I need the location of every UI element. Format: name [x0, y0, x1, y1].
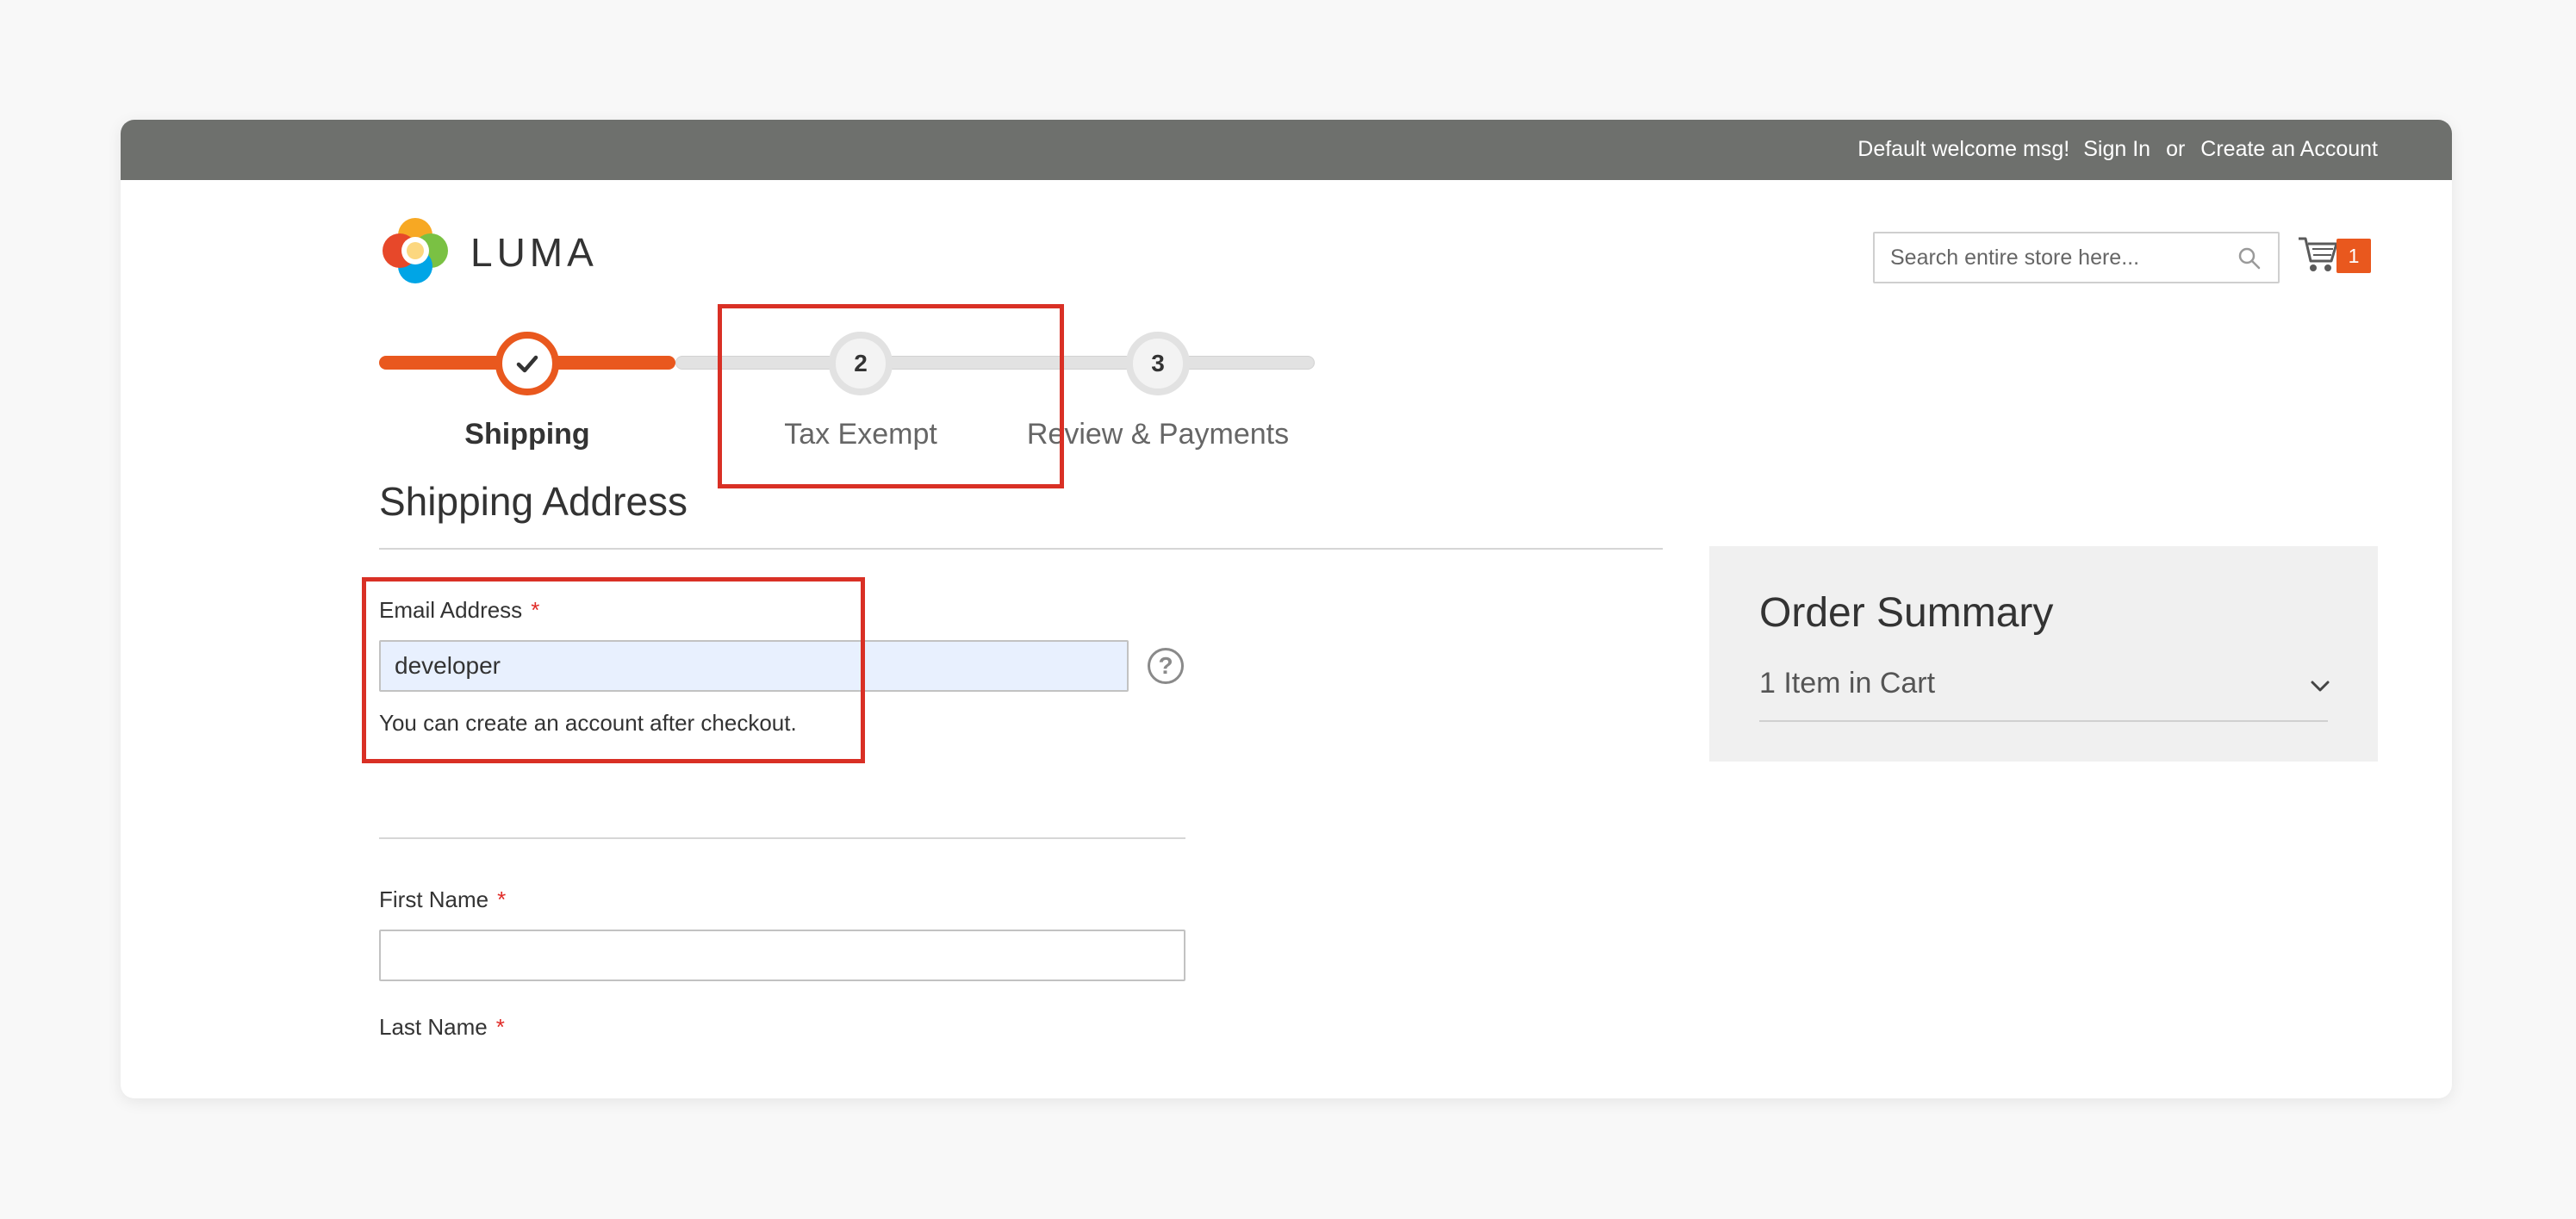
order-summary-title: Order Summary [1759, 590, 2054, 636]
step-review-circle: 3 [1126, 332, 1190, 395]
luma-logo-icon [383, 218, 448, 283]
logo-text: LUMA [470, 230, 598, 275]
store-logo[interactable]: LUMA [379, 215, 598, 287]
cart-icon[interactable] [2297, 233, 2340, 275]
annotation-box-tax-exempt [718, 304, 1064, 488]
page-window: Default welcome msg! Sign In or Create a… [121, 120, 2452, 1098]
required-marker: * [495, 1014, 505, 1040]
step-review-label: Review & Payments [1026, 418, 1290, 451]
create-account-link[interactable]: Create an Account [2200, 137, 2378, 162]
required-marker: * [497, 886, 507, 912]
welcome-message: Default welcome msg! [1857, 137, 2070, 161]
shipping-address-title: Shipping Address [379, 479, 688, 524]
summary-divider [1759, 720, 2328, 722]
step-shipping-label: Shipping [464, 418, 590, 451]
help-icon[interactable]: ? [1148, 648, 1184, 684]
first-name-field[interactable] [379, 930, 1185, 981]
mini-cart[interactable]: 1 [2297, 233, 2378, 277]
search-box[interactable] [1873, 232, 2280, 283]
order-summary: Order Summary 1 Item in Cart [1709, 546, 2378, 762]
sign-in-link[interactable]: Sign In [2083, 137, 2150, 162]
chevron-down-icon[interactable] [2309, 675, 2331, 698]
form-divider [379, 837, 1185, 839]
check-icon [516, 355, 538, 373]
search-icon[interactable] [2237, 246, 2262, 271]
last-name-label: Last Name * [379, 1014, 505, 1041]
cart-count-badge[interactable]: 1 [2336, 239, 2371, 273]
first-name-label: First Name * [379, 886, 506, 913]
step-shipping-circle [495, 332, 559, 395]
section-divider [379, 548, 1663, 550]
or-text: or [2166, 137, 2186, 161]
header-links: Default welcome msg! Sign In or Create a… [1857, 137, 2378, 162]
first-name-label-text: First Name [379, 886, 489, 912]
annotation-box-email [362, 577, 865, 763]
search-input[interactable] [1890, 245, 2218, 271]
items-in-cart-toggle[interactable]: 1 Item in Cart [1759, 667, 1935, 700]
last-name-label-text: Last Name [379, 1014, 488, 1040]
top-header-bar: Default welcome msg! Sign In or Create a… [121, 120, 2452, 180]
